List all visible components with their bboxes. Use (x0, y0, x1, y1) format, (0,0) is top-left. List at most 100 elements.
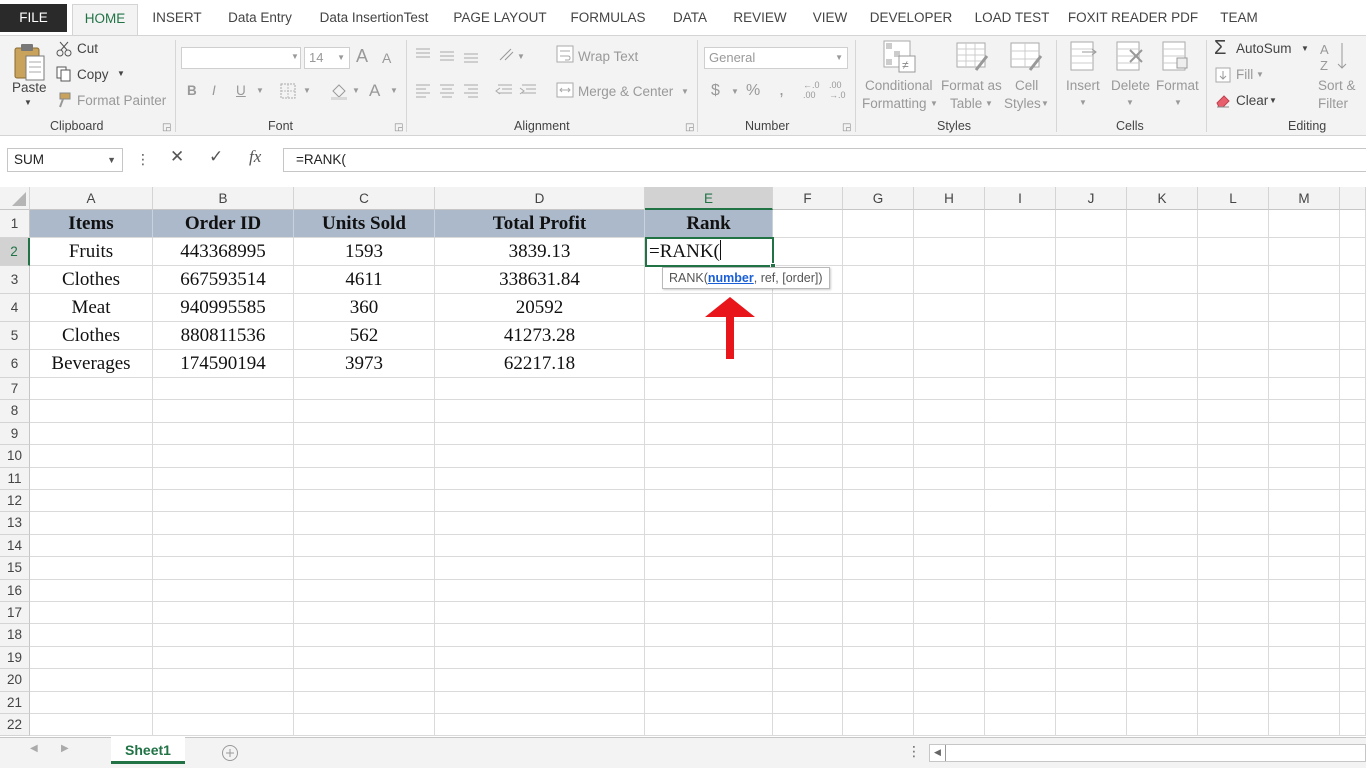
format-as-table-dropdown-icon[interactable]: ▼ (985, 99, 993, 108)
font-size-select[interactable]: 14 ▼ (304, 47, 350, 69)
grid-cell[interactable] (1127, 238, 1198, 266)
grid-cell[interactable] (1127, 378, 1198, 401)
table-data-cell[interactable]: Meat (30, 294, 153, 322)
column-header-b[interactable]: B (153, 187, 294, 210)
paste-dropdown-icon[interactable]: ▼ (24, 98, 32, 107)
table-data-cell[interactable]: 1593 (294, 238, 435, 266)
grid-cell[interactable] (914, 210, 985, 238)
grid-cell[interactable] (1198, 210, 1269, 238)
grid-cell[interactable] (1269, 534, 1340, 558)
grid-cell[interactable] (645, 602, 773, 625)
copy-dropdown-icon[interactable]: ▼ (117, 69, 125, 78)
grid-cell[interactable] (773, 294, 843, 322)
grid-cell[interactable] (1198, 624, 1269, 647)
grid-cell[interactable] (30, 400, 153, 423)
grid-cell[interactable] (1340, 445, 1366, 468)
scroll-sheets-left-icon[interactable]: ◀ (30, 743, 38, 754)
grid-cell[interactable] (1269, 322, 1340, 350)
grid-cell[interactable] (30, 602, 153, 625)
grid-cell[interactable] (435, 422, 645, 446)
autosum-button[interactable]: AutoSum (1236, 41, 1292, 56)
grid-cell[interactable] (914, 646, 985, 670)
grid-cell[interactable] (1340, 714, 1366, 737)
grid-cell[interactable] (773, 691, 843, 714)
grid-cell[interactable] (645, 378, 773, 401)
grid-cell[interactable] (914, 490, 985, 513)
grid-cell[interactable] (30, 467, 153, 490)
tab-data-insertion-test[interactable]: Data InsertionTest (312, 4, 436, 32)
row-header-17[interactable]: 17 (0, 602, 30, 625)
grid-cell[interactable] (30, 714, 153, 737)
conditional-formatting-dropdown-icon[interactable]: ▼ (930, 99, 938, 108)
tab-splitter-icon[interactable]: ⋮ (907, 743, 921, 760)
grid-cell[interactable] (645, 557, 773, 580)
row-header-10[interactable]: 10 (0, 445, 30, 468)
tooltip-current-argument[interactable]: number (708, 271, 754, 285)
grid-cell[interactable] (985, 512, 1056, 535)
grid-cell[interactable] (294, 624, 435, 647)
grid-cell[interactable] (294, 534, 435, 558)
sheet-tab-sheet1[interactable]: Sheet1 (111, 737, 185, 764)
grid-cell[interactable] (985, 557, 1056, 580)
tab-data[interactable]: DATA (663, 4, 717, 32)
row-header-15[interactable]: 15 (0, 557, 30, 580)
cell-styles-dropdown-icon[interactable]: ▼ (1041, 99, 1049, 108)
column-header-a[interactable]: A (30, 187, 153, 210)
table-data-cell[interactable]: 562 (294, 322, 435, 350)
grid-cell[interactable] (843, 294, 914, 322)
grid-cell[interactable] (1198, 350, 1269, 378)
grid-cell[interactable] (773, 669, 843, 692)
grid-cell[interactable] (1127, 266, 1198, 294)
grid-cell[interactable] (1269, 445, 1340, 468)
currency-dropdown-icon[interactable]: ▼ (731, 87, 739, 96)
tab-file[interactable]: FILE (0, 4, 67, 32)
grid-cell[interactable] (1269, 210, 1340, 238)
grid-cell[interactable] (1198, 378, 1269, 401)
grid-cell[interactable] (985, 490, 1056, 513)
grid-cell[interactable] (1340, 322, 1366, 350)
grid-cell[interactable] (435, 602, 645, 625)
grid-cell[interactable] (914, 714, 985, 737)
grid-cell[interactable] (914, 238, 985, 266)
grid-cell[interactable] (435, 624, 645, 647)
grid-cell[interactable] (843, 602, 914, 625)
format-as-table-label-2[interactable]: Table (950, 96, 982, 111)
grid-cell[interactable] (645, 445, 773, 468)
grid-cell[interactable] (30, 512, 153, 535)
grid-cell[interactable] (773, 445, 843, 468)
grid-cell[interactable] (985, 714, 1056, 737)
grid-cell[interactable] (1056, 534, 1127, 558)
grid-cell[interactable] (153, 602, 294, 625)
formula-bar-options-icon[interactable]: ⋮ (136, 151, 150, 168)
grid-cell[interactable] (153, 400, 294, 423)
merge-center-dropdown-icon[interactable]: ▼ (681, 87, 689, 96)
format-painter-button[interactable]: Format Painter (77, 93, 166, 108)
tab-foxit-reader-pdf[interactable]: FOXIT READER PDF (1067, 4, 1199, 32)
grid-cell[interactable] (1269, 490, 1340, 513)
table-data-cell[interactable]: Beverages (30, 350, 153, 378)
grid-cell[interactable] (30, 422, 153, 446)
grid-cell[interactable] (1127, 691, 1198, 714)
grid-cell[interactable] (1198, 557, 1269, 580)
grid-cell[interactable] (1056, 210, 1127, 238)
grid-cell[interactable] (843, 445, 914, 468)
fill-color-dropdown-icon[interactable]: ▼ (352, 86, 360, 95)
grid-cell[interactable] (914, 557, 985, 580)
grid-cell[interactable] (1198, 669, 1269, 692)
grid-cell[interactable] (645, 422, 773, 446)
grid-cell[interactable] (1269, 467, 1340, 490)
table-data-cell[interactable]: Fruits (30, 238, 153, 266)
paste-icon[interactable] (12, 42, 48, 82)
tab-page-layout[interactable]: PAGE LAYOUT (447, 4, 553, 32)
grid-cell[interactable] (1127, 210, 1198, 238)
sort-filter-label-1[interactable]: Sort & (1318, 78, 1356, 93)
grid-cell[interactable] (843, 691, 914, 714)
grid-cell[interactable] (1269, 557, 1340, 580)
table-data-cell[interactable]: 4611 (294, 266, 435, 294)
grid-cell[interactable] (294, 714, 435, 737)
grid-cell[interactable] (153, 691, 294, 714)
column-header-partial[interactable] (1340, 187, 1366, 210)
grid-cell[interactable] (914, 579, 985, 602)
cancel-entry-button[interactable]: ✕ (170, 147, 184, 167)
grid-cell[interactable] (985, 691, 1056, 714)
